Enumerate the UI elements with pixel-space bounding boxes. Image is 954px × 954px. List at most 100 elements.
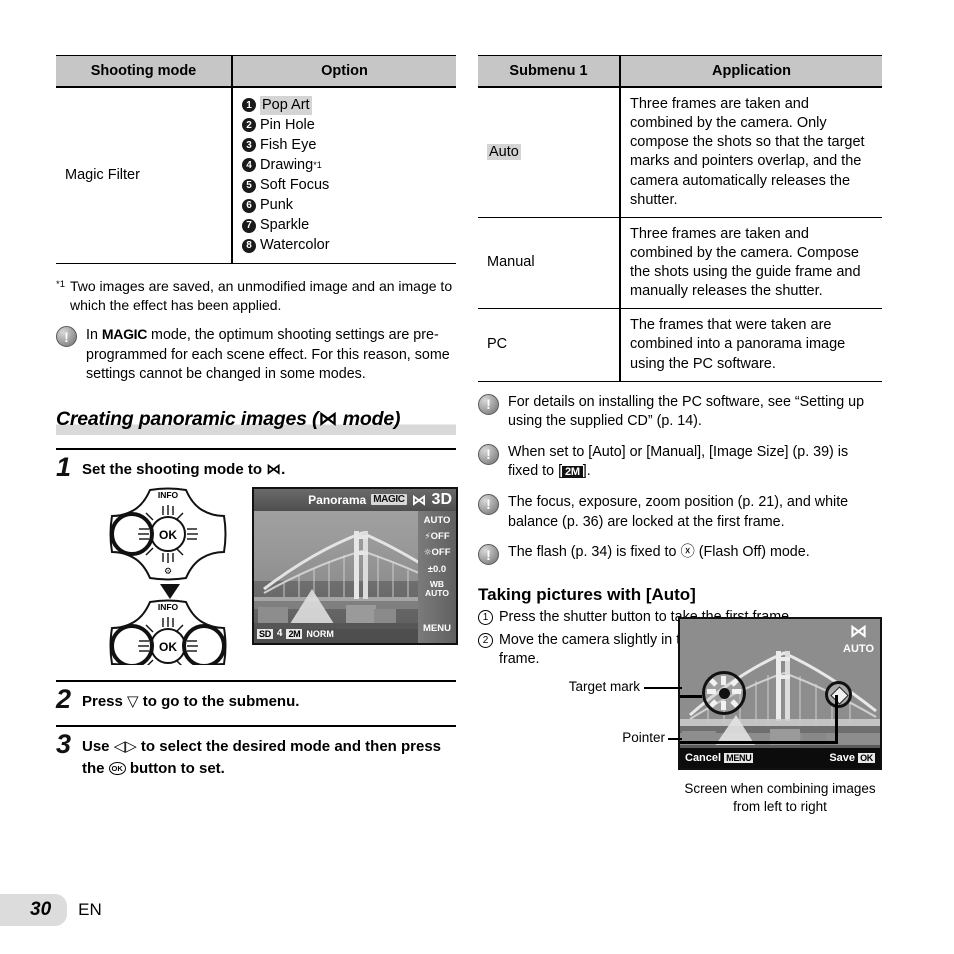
step-number: 2	[478, 632, 493, 648]
left-right-arrow-icon: ◁▷	[113, 737, 137, 756]
table-row: Manual Three frames are taken and combine…	[478, 217, 882, 310]
cell-application-text: Three frames are taken and combined by t…	[619, 217, 882, 310]
ok-key-badge: OK	[858, 753, 875, 763]
panorama-icon: ⋈	[849, 621, 868, 642]
cancel-softkey[interactable]: Cancel MENU	[685, 752, 754, 764]
footnote-marker: *1	[56, 279, 65, 290]
image-size-badge: 2M	[562, 466, 583, 479]
column-header-option: Option	[231, 55, 456, 88]
cell-submenu-label: Manual	[478, 217, 620, 310]
option-number: 1	[242, 98, 256, 113]
menu-key-badge: MENU	[724, 753, 754, 763]
step-1-text: Set the shooting mode to ⋈.	[82, 455, 285, 481]
menu-indicator: MENU	[423, 623, 451, 635]
svg-text:INFO: INFO	[158, 602, 179, 612]
table-header-row: Submenu 1 Application	[478, 55, 882, 88]
lcd-combining-screen: ⋈ AUTO Cancel MENU Save OK	[678, 617, 882, 770]
lcd2-badges: ⋈ AUTO	[843, 621, 874, 656]
cell-submenu-label: PC	[478, 308, 620, 382]
macro-off-indicator: ☼OFF	[423, 547, 451, 559]
table-row: PC The frames that were taken are combine…	[478, 308, 882, 382]
step-2: 2 Press ▽ to go to the submenu.	[56, 679, 456, 714]
step-3-text-pre: Use	[82, 738, 114, 756]
section-heading-post: mode)	[337, 407, 401, 430]
submenu-table-body: Auto Three frames are taken and combined …	[478, 87, 882, 382]
right-column: Submenu 1 Application Auto Three frames a…	[478, 55, 882, 670]
svg-text:OK: OK	[159, 640, 177, 654]
step-3-text: Use ◁▷ to select the desired mode and th…	[82, 732, 456, 779]
submenu-table: Submenu 1 Application Auto Three frames a…	[478, 55, 882, 382]
svg-text:⚙: ⚙	[164, 567, 172, 577]
lcd2-soft-keys: Cancel MENU Save OK	[680, 748, 880, 768]
step-number: 1	[478, 610, 493, 626]
list-item: 3 Fish Eye	[242, 136, 447, 156]
cell-magic-filter: Magic Filter	[56, 87, 232, 264]
option-number: 3	[242, 138, 256, 153]
shooting-mode-table: Shooting mode Option Magic Filter 1 Pop A…	[56, 55, 456, 264]
guide-line-h	[680, 695, 702, 698]
option-label: Punk	[260, 196, 294, 213]
note-text: The focus, exposure, zoom position (p. 2…	[508, 493, 849, 530]
note-text: The flash (p. 34) is fixed to ⓧ (Flash O…	[499, 543, 810, 565]
guide-frame-bottom	[680, 741, 835, 744]
magic-badge: MAGIC	[371, 494, 407, 506]
svg-text:OK: OK	[159, 528, 177, 542]
left-column: Shooting mode Option Magic Filter 1 Pop A…	[56, 55, 458, 779]
manual-page: Shooting mode Option Magic Filter 1 Pop A…	[0, 0, 954, 954]
option-number: 6	[242, 198, 256, 213]
right-notes-group: For details on installing the PC softwar…	[478, 393, 882, 566]
footnote-1: *1 Two images are saved, an unmodified i…	[56, 277, 456, 314]
shots-remaining: 4	[276, 628, 283, 640]
note-item: When set to [Auto] or [Manual], [Image S…	[478, 443, 882, 482]
ok-button-icon	[108, 761, 126, 775]
table-row: Auto Three frames are taken and combined …	[478, 87, 882, 218]
target-mark-icon	[702, 671, 746, 715]
pointer-label: Pointer	[622, 730, 665, 745]
flash-off-indicator: ⚡OFF	[424, 530, 450, 542]
lcd-bottom-indicators: SD 4 2M NORM	[254, 625, 418, 643]
exclamation-icon	[478, 443, 499, 465]
screen-caption-line-1: Screen when combining images	[684, 781, 876, 796]
note-text-post: (Flash Off) mode.	[694, 544, 810, 561]
option-label: Pin Hole	[260, 116, 315, 133]
list-item: 7 Sparkle	[242, 216, 447, 236]
target-mark-label: Target mark	[568, 679, 640, 694]
note-item: For details on installing the PC softwar…	[478, 393, 882, 432]
compression-badge: NORM	[306, 628, 334, 639]
option-number: 7	[242, 218, 256, 233]
note-text-pre: In	[86, 327, 102, 344]
step-2-number: 2	[56, 683, 72, 714]
step-2-text: Press ▽ to go to the submenu.	[82, 687, 299, 713]
note-text-pre: The flash (p. 34) is fixed to	[508, 544, 681, 561]
step-1: 1 Set the shooting mode to ⋈.	[56, 447, 456, 481]
save-softkey[interactable]: Save OK	[829, 752, 875, 764]
option-label: Fish Eye	[260, 136, 317, 153]
option-number: 4	[242, 158, 256, 173]
lcd-preview-screen: Panorama MAGIC ⋈ 3D AUTO ⚡OFF ☼OFF ±0.0 …	[252, 486, 458, 645]
option-label: Sparkle	[260, 216, 310, 233]
exposure-comp-indicator: ±0.0	[427, 564, 447, 576]
option-number: 2	[242, 118, 256, 133]
target-mark-leader	[644, 687, 682, 689]
option-label: Pop Art	[260, 95, 312, 116]
page-number: 30	[0, 894, 68, 926]
option-footnote-marker: *1	[313, 160, 322, 171]
note-text-pre: When set to [Auto] or [Manual], [Image S…	[508, 443, 849, 480]
column-header-application: Application	[619, 55, 882, 88]
option-number: 5	[242, 178, 256, 193]
section-heading-pre: Creating panoramic images (	[56, 407, 319, 430]
exclamation-icon	[478, 393, 499, 415]
note-text: In MAGIC mode, the optimum shooting sett…	[77, 325, 456, 385]
option-label: Soft Focus	[260, 176, 330, 193]
note-item: The focus, exposure, zoom position (p. 2…	[478, 493, 882, 532]
magic-filter-option-list: 1 Pop Art 2 Pin Hole 3 Fish Eye 4 Drawing *1 5 Sof…	[242, 95, 447, 256]
page-footer: 30 EN	[0, 894, 102, 926]
control-dial-pair-svg: OK INFO ⚙ OK INFO	[109, 487, 227, 693]
dial-diagrams: OK INFO ⚙ OK INFO	[94, 487, 244, 693]
note-item: The flash (p. 34) is fixed to ⓧ (Flash O…	[478, 543, 882, 566]
step-3-number: 3	[56, 729, 72, 760]
lcd-mode-title: Panorama	[308, 492, 367, 507]
pointer-leader	[668, 738, 682, 740]
list-item: 2 Pin Hole	[242, 116, 447, 136]
note-text-post: ].	[582, 463, 591, 480]
